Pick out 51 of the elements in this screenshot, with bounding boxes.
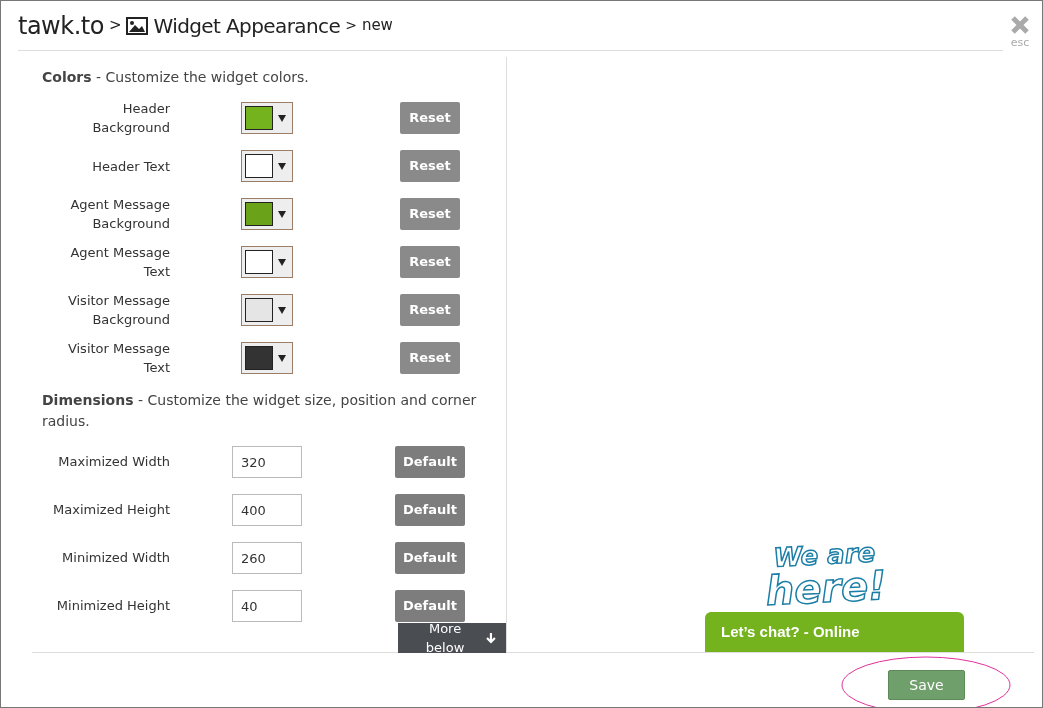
dropdown-caret-icon (278, 258, 286, 266)
setting-label: Visitor Message Text (66, 340, 170, 377)
color-picker[interactable] (241, 342, 293, 374)
arrow-down-icon (486, 632, 496, 644)
color-picker[interactable] (241, 246, 293, 278)
save-button[interactable]: Save (888, 670, 965, 700)
input-field[interactable]: 400 (232, 494, 302, 526)
reset-button[interactable]: Reset (400, 246, 460, 278)
we-are-here-logo: We are here! (763, 538, 888, 612)
input-field[interactable]: 40 (232, 590, 302, 622)
reset-button[interactable]: Reset (400, 342, 460, 374)
section-description: Colors - Customize the widget colors. (42, 68, 310, 87)
setting-label: Agent Message Text (69, 244, 170, 281)
reset-button[interactable]: Reset (400, 150, 460, 182)
setting-label: Header Background (91, 100, 170, 137)
dropdown-caret-icon (278, 210, 286, 218)
dropdown-caret-icon (278, 114, 286, 122)
input-field[interactable]: 320 (232, 446, 302, 478)
section-description: Dimensions - Customize the widget size, position and corner radius. (42, 391, 478, 431)
default-button[interactable]: Default (395, 542, 465, 574)
setting-label: Maximized Width (57, 453, 170, 472)
setting-label: Visitor Message Background (66, 292, 170, 329)
close-button[interactable]: esc (1010, 15, 1030, 52)
default-button[interactable]: Default (395, 446, 465, 478)
image-icon (126, 16, 149, 35)
default-button[interactable]: Default (395, 590, 465, 622)
reset-button[interactable]: Reset (400, 198, 460, 230)
reset-button[interactable]: Reset (400, 294, 460, 326)
color-picker[interactable] (241, 150, 293, 182)
chat-bar[interactable]: Let’s chat? - Online (705, 612, 964, 652)
setting-label: Header Text (91, 157, 170, 176)
setting-label: Minimized Width (61, 549, 170, 568)
color-picker[interactable] (241, 198, 293, 230)
setting-label: Maximized Height (52, 501, 170, 520)
page-subtitle: new (361, 15, 393, 37)
more-below-button[interactable]: More below (398, 623, 506, 653)
setting-label: Minimized Height (55, 597, 170, 616)
close-icon (1010, 15, 1030, 35)
brand-title: tawk.to (18, 10, 104, 42)
dropdown-caret-icon (278, 354, 286, 362)
dropdown-caret-icon (278, 162, 286, 170)
breadcrumb-separator: > (108, 15, 122, 37)
breadcrumb-separator: > (345, 16, 357, 35)
color-picker[interactable] (241, 102, 293, 134)
input-field[interactable]: 260 (232, 542, 302, 574)
reset-button[interactable]: Reset (400, 102, 460, 134)
default-button[interactable]: Default (395, 494, 465, 526)
page-title: Widget Appearance (153, 12, 341, 40)
color-picker[interactable] (241, 294, 293, 326)
dropdown-caret-icon (278, 306, 286, 314)
setting-label: Agent Message Background (69, 196, 170, 233)
